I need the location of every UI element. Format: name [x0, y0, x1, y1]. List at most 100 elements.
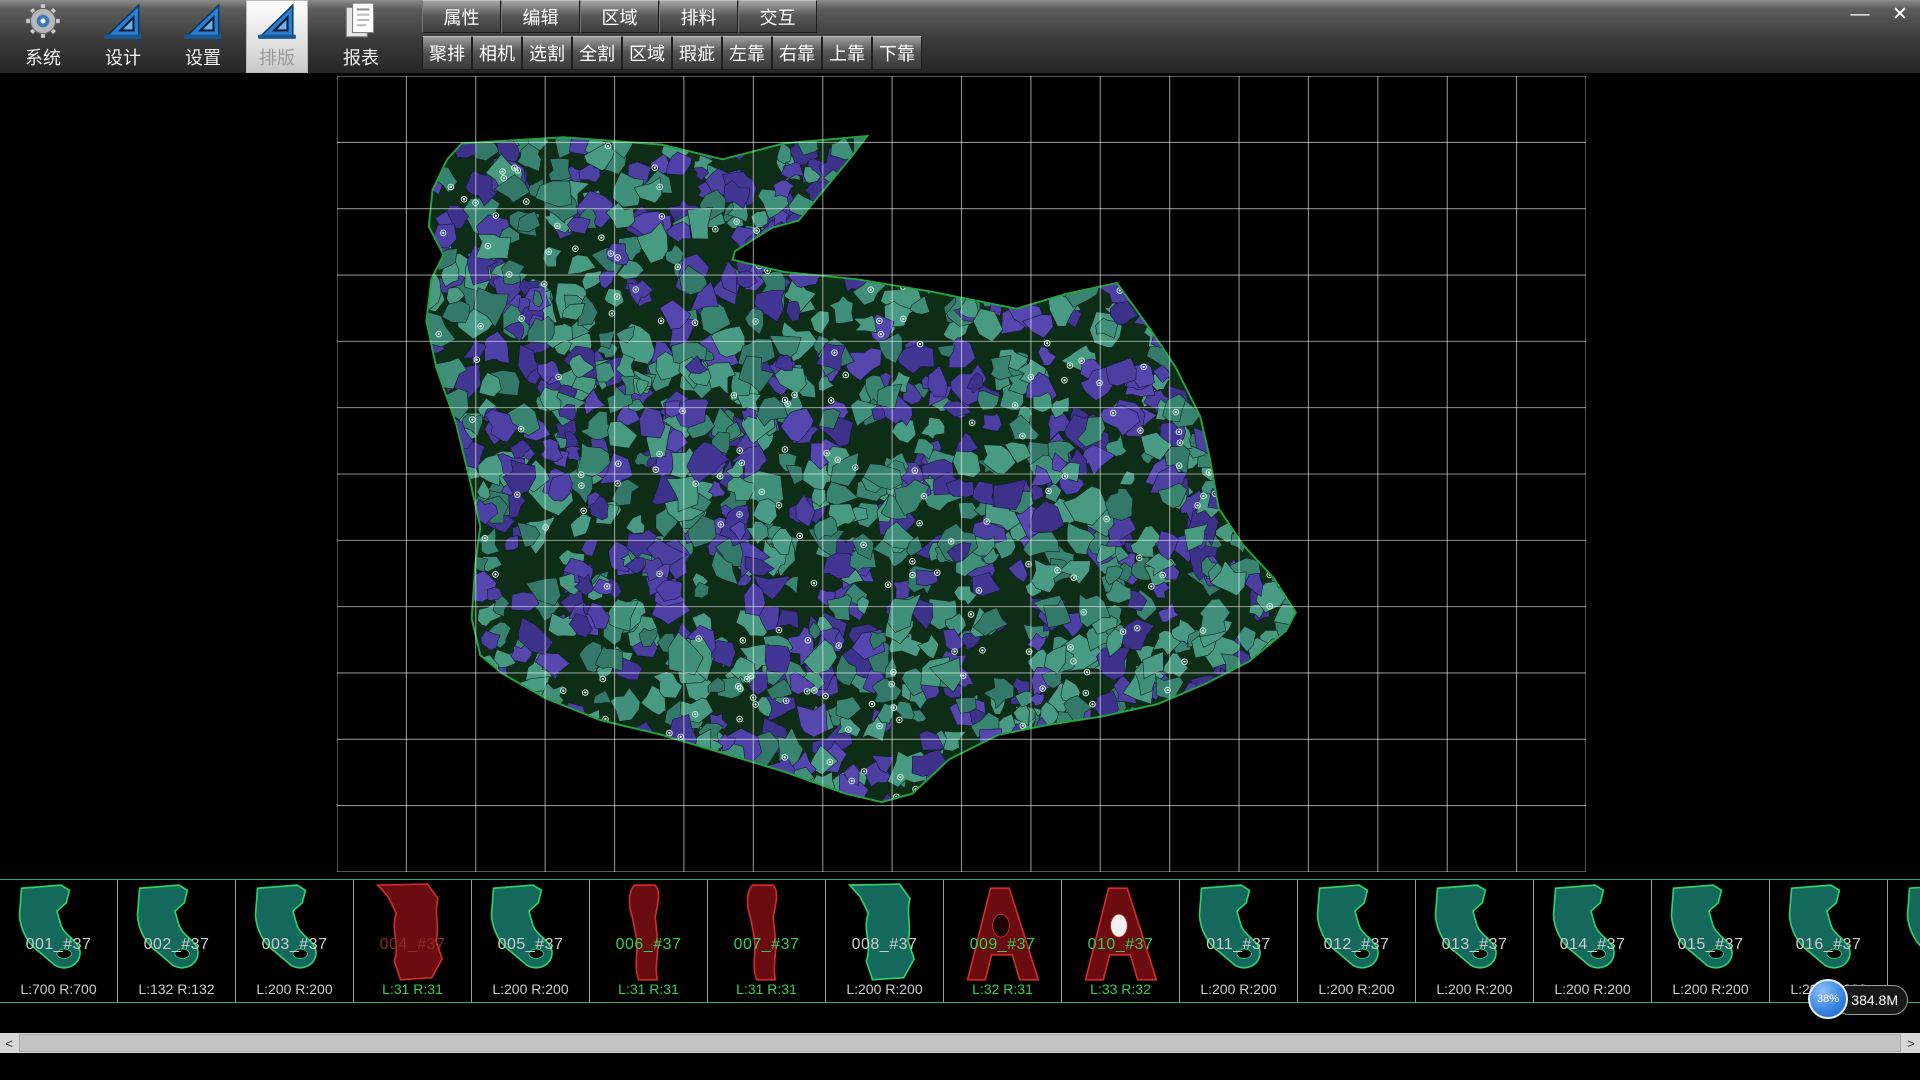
action-button-下靠[interactable]: 下靠 — [872, 36, 922, 70]
part-lr-count: L:132 R:132 — [118, 981, 235, 997]
part-thumbnail-005_#37[interactable]: 005_#37L:200 R:200 — [472, 880, 590, 1002]
part-lr-count: L:700 R:700 — [0, 981, 117, 997]
part-thumbnail-007_#37[interactable]: 007_#37 L:31 R:31 — [708, 880, 826, 1002]
part-id-label: 010_#37 — [1062, 936, 1179, 954]
part-id-label: 009_#37 — [944, 936, 1061, 954]
toolbar-setup-button[interactable]: 设置 — [172, 0, 234, 73]
part-id-label: 006_#37 — [590, 936, 707, 954]
part-lr-count: L:31 R:31 — [708, 981, 825, 997]
part-shape — [1068, 882, 1174, 986]
part-thumbnail-013_#37[interactable]: 013_#37L:200 R:200 — [1416, 880, 1534, 1002]
part-shape — [1422, 882, 1528, 986]
part-id-label: 004_#37 — [354, 936, 471, 954]
part-shape — [1186, 882, 1292, 986]
toolbar-label: 排版 — [259, 44, 295, 70]
part-thumbnail-001_#37[interactable]: 001_#37 L:700 R:700 — [0, 880, 118, 1002]
toolbar-system-button[interactable]: 系统 — [12, 0, 74, 73]
action-button-瑕疵[interactable]: 瑕疵 — [672, 36, 722, 70]
report-icon — [340, 0, 382, 42]
part-lr-count: L:200 R:200 — [1652, 981, 1769, 997]
part-lr-count: L:200 R:200 — [826, 981, 943, 997]
part-shape — [714, 882, 820, 986]
toolbar-label: 设置 — [185, 44, 221, 70]
part-thumbnail-010_#37[interactable]: 010_#37 L:33 R:32 — [1062, 880, 1180, 1002]
part-id-label: 003_#37 — [236, 936, 353, 954]
nesting-canvas[interactable] — [0, 73, 1920, 879]
gear-icon — [22, 0, 64, 42]
menu-tab-区域[interactable]: 区域 — [580, 0, 659, 33]
part-shape — [596, 882, 702, 986]
part-lr-count: L:31 R:31 — [354, 981, 471, 997]
menu-tab-排料[interactable]: 排料 — [659, 0, 738, 33]
part-lr-count: L:200 R:200 — [236, 981, 353, 997]
scroll-right-icon[interactable]: > — [1902, 1033, 1920, 1053]
menu-tab-属性[interactable]: 属性 — [422, 0, 501, 33]
part-thumbnail-015_#37[interactable]: 015_#37L:200 R:200 — [1652, 880, 1770, 1002]
part-lr-count: L:32 R:31 — [944, 981, 1061, 997]
part-lr-count: L:200 R:200 — [1416, 981, 1533, 997]
toolbar-layout-button[interactable]: 排版 — [246, 0, 308, 73]
parts-strip: 001_#37 L:700 R:700002_#37L:132 R:132003_… — [0, 879, 1920, 1003]
toolbar-label: 设计 — [105, 44, 141, 70]
action-button-左靠[interactable]: 左靠 — [722, 36, 772, 70]
part-shape — [6, 882, 112, 986]
scrollbar-thumb[interactable] — [19, 1034, 1901, 1052]
part-thumbnail-002_#37[interactable]: 002_#37L:132 R:132 — [118, 880, 236, 1002]
part-id-label: 011_#37 — [1180, 936, 1297, 954]
part-shape — [360, 882, 466, 986]
action-button-相机[interactable]: 相机 — [472, 36, 522, 70]
part-id-label: 016_#37 — [1770, 936, 1887, 954]
part-id-label: 014_#37 — [1534, 936, 1651, 954]
part-lr-count: L:33 R:32 — [1062, 981, 1179, 997]
scroll-left-icon[interactable]: < — [0, 1033, 18, 1053]
progress-value: 38% — [1817, 993, 1839, 1005]
part-shape — [950, 882, 1056, 986]
menu-tab-编辑[interactable]: 编辑 — [501, 0, 580, 33]
part-thumbnail-003_#37[interactable]: 003_#37 L:200 R:200 — [236, 880, 354, 1002]
sail-icon — [102, 0, 144, 42]
part-id-label: 007_#37 — [708, 936, 825, 954]
toolbar-label: 系统 — [25, 44, 61, 70]
part-thumbnail-009_#37[interactable]: 009_#37 L:32 R:31 — [944, 880, 1062, 1002]
toolbar-label: 报表 — [343, 44, 379, 70]
part-shape — [832, 882, 938, 986]
part-shape — [242, 882, 348, 986]
part-shape — [1894, 882, 1920, 986]
part-shape — [1304, 882, 1410, 986]
action-button-选割[interactable]: 选割 — [522, 36, 572, 70]
part-id-label: 001_#37 — [0, 936, 117, 954]
action-button-聚排[interactable]: 聚排 — [422, 36, 472, 70]
part-lr-count: L:200 R:200 — [1298, 981, 1415, 997]
sail-icon — [182, 0, 224, 42]
part-thumbnail-012_#37[interactable]: 012_#37 L:200 R:200 — [1298, 880, 1416, 1002]
horizontal-scrollbar[interactable]: < > — [0, 1033, 1920, 1053]
part-id-label: 012_#37 — [1298, 936, 1415, 954]
part-thumbnail-004_#37[interactable]: 004_#37 L:31 R:31 — [354, 880, 472, 1002]
action-button-区域[interactable]: 区域 — [622, 36, 672, 70]
part-shape — [1658, 882, 1764, 986]
part-shape — [1540, 882, 1646, 986]
action-button-全割[interactable]: 全割 — [572, 36, 622, 70]
minimize-button[interactable]: — — [1848, 4, 1872, 26]
memory-value: 384.8M — [1851, 992, 1898, 1008]
toolbar-report-button[interactable]: 报表 — [330, 0, 392, 73]
progress-badge: 38% — [1808, 979, 1848, 1019]
close-button[interactable]: ✕ — [1888, 4, 1912, 26]
part-id-label: 008_#37 — [826, 936, 943, 954]
part-shape — [478, 882, 584, 986]
part-lr-count: L:31 R:31 — [590, 981, 707, 997]
work-area — [337, 76, 1586, 872]
part-thumbnail-006_#37[interactable]: 006_#37 L:31 R:31 — [590, 880, 708, 1002]
part-shape — [124, 882, 230, 986]
action-button-右靠[interactable]: 右靠 — [772, 36, 822, 70]
part-thumbnail-014_#37[interactable]: 014_#37L:200 R:200 — [1534, 880, 1652, 1002]
menu-tab-交互[interactable]: 交互 — [738, 0, 817, 33]
part-lr-count: L:200 R:200 — [1180, 981, 1297, 997]
part-thumbnail-cell-17[interactable] — [1888, 880, 1920, 1002]
part-thumbnail-008_#37[interactable]: 008_#37 L:200 R:200 — [826, 880, 944, 1002]
action-button-上靠[interactable]: 上靠 — [822, 36, 872, 70]
toolbar-design-button[interactable]: 设计 — [92, 0, 154, 73]
menu-tab-row: 属性编辑区域排料交互 — [422, 0, 817, 33]
part-thumbnail-011_#37[interactable]: 011_#37 L:200 R:200 — [1180, 880, 1298, 1002]
sail-icon — [256, 0, 298, 42]
